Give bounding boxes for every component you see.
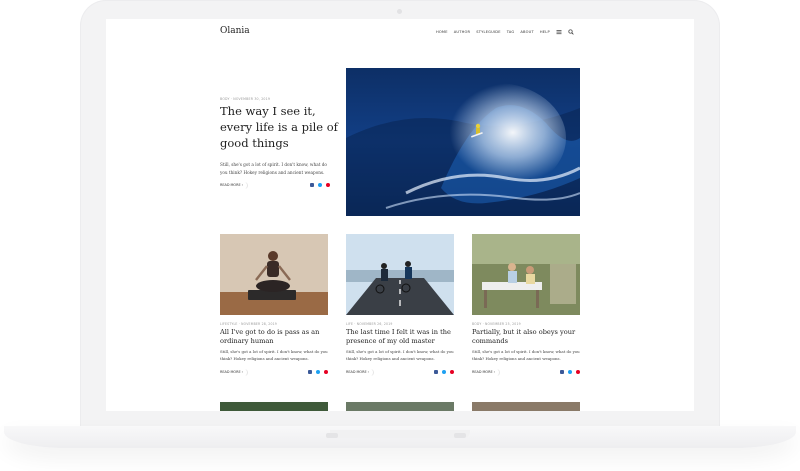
card-meta: LIFE · NOVEMBER 26, 2019 [346, 322, 393, 326]
facebook-icon[interactable] [308, 370, 312, 374]
nav-item-about[interactable]: ABOUT [520, 30, 534, 34]
laptop-camera [397, 9, 402, 14]
card-title[interactable]: All I've got to do is pass as an ordinar… [220, 328, 328, 346]
read-more-button[interactable]: READ MORE › [220, 368, 247, 377]
post-card: LIFE · NOVEMBER 26, 2019 The last time I… [346, 234, 454, 378]
nav-item-help[interactable]: HELP [540, 30, 550, 34]
featured-title[interactable]: The way I see it, every life is a pile o… [220, 103, 340, 151]
post-card: LIFESTYLE · NOVEMBER 28, 2019 All I've g… [220, 234, 328, 378]
nav-item-tag[interactable]: TAG [507, 30, 515, 34]
browser-screen: Olania HOME AUTHOR STYLEGUIDE TAG ABOUT … [106, 19, 694, 411]
read-more-button[interactable]: READ MORE › [472, 368, 499, 377]
next-card-image[interactable] [220, 402, 328, 411]
card-meta: LIFESTYLE · NOVEMBER 28, 2019 [220, 322, 277, 326]
card-footer: READ MORE › [346, 368, 454, 378]
featured-share [310, 183, 330, 187]
card-meta: BODY · NOVEMBER 25, 2019 [472, 322, 521, 326]
laptop-notch [330, 430, 470, 438]
facebook-icon[interactable] [434, 370, 438, 374]
card-image-yoga[interactable] [220, 234, 328, 315]
nav-item-home[interactable]: HOME [436, 30, 448, 34]
twitter-icon[interactable] [568, 370, 572, 374]
card-title[interactable]: Partially, but it also obeys your comman… [472, 328, 580, 346]
hamburger-menu-icon[interactable] [556, 29, 562, 35]
featured-footer: READ MORE › [220, 181, 330, 191]
featured-meta: BODY · NOVEMBER 30, 2019 [220, 97, 271, 101]
card-image-cyclists[interactable] [346, 234, 454, 315]
pinterest-icon[interactable] [324, 370, 328, 374]
card-share [434, 370, 454, 374]
pinterest-icon[interactable] [450, 370, 454, 374]
laptop-foot-left [326, 433, 338, 438]
post-card: BODY · NOVEMBER 25, 2019 Partially, but … [472, 234, 580, 378]
pinterest-icon[interactable] [576, 370, 580, 374]
nav-item-author[interactable]: AUTHOR [454, 30, 471, 34]
card-footer: READ MORE › [220, 368, 328, 378]
card-excerpt: Still, she's got a lot of spirit. I don'… [472, 349, 580, 361]
nav-item-styleguide[interactable]: STYLEGUIDE [476, 30, 500, 34]
laptop-foot-right [454, 433, 466, 438]
facebook-icon[interactable] [560, 370, 564, 374]
facebook-icon[interactable] [310, 183, 314, 187]
next-card-image[interactable] [472, 402, 580, 411]
card-image-dining[interactable] [472, 234, 580, 315]
featured-image-surfer[interactable] [346, 68, 580, 216]
twitter-icon[interactable] [316, 370, 320, 374]
featured-excerpt: Still, she's got a lot of spirit. I don'… [220, 162, 327, 175]
next-card-image[interactable] [346, 402, 454, 411]
card-excerpt: Still, she's got a lot of spirit. I don'… [220, 349, 328, 361]
site-title[interactable]: Olania [220, 26, 250, 36]
pinterest-icon[interactable] [326, 183, 330, 187]
card-share [560, 370, 580, 374]
twitter-icon[interactable] [442, 370, 446, 374]
main-nav: HOME AUTHOR STYLEGUIDE TAG ABOUT HELP [436, 29, 574, 35]
card-title[interactable]: The last time I felt it was in the prese… [346, 328, 454, 346]
twitter-icon[interactable] [318, 183, 322, 187]
featured-read-more-button[interactable]: READ MORE › [220, 181, 247, 190]
card-excerpt: Still, she's got a lot of spirit. I don'… [346, 349, 454, 361]
search-icon[interactable] [568, 29, 574, 35]
card-footer: READ MORE › [472, 368, 580, 378]
card-share [308, 370, 328, 374]
read-more-button[interactable]: READ MORE › [346, 368, 373, 377]
